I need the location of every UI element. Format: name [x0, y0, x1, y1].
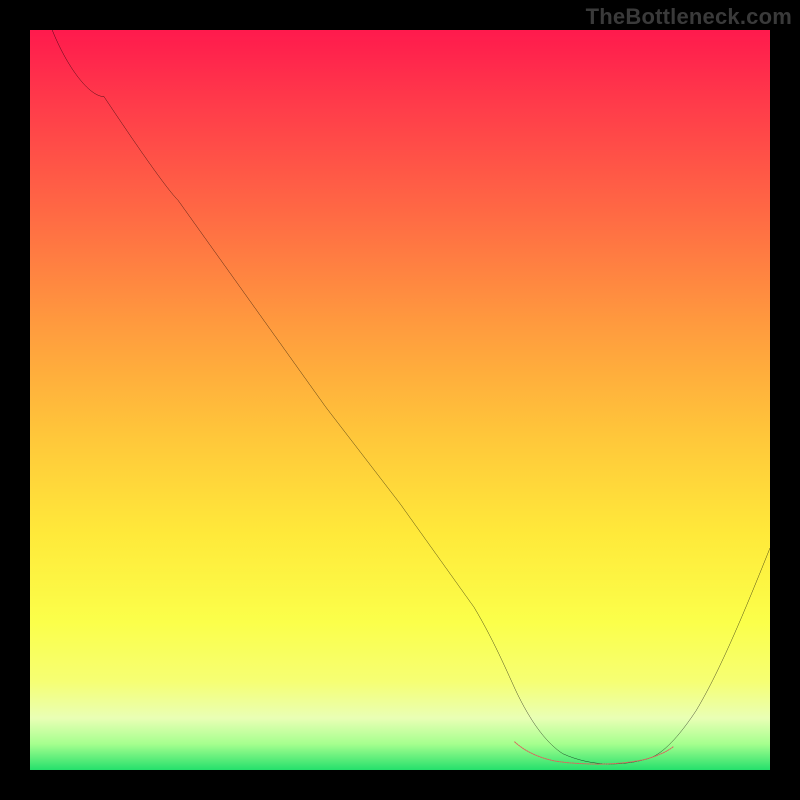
bottleneck-curve: [52, 30, 770, 764]
chart-frame: TheBottleneck.com: [0, 0, 800, 800]
plot-area: [30, 30, 770, 770]
optimal-zone-marker: [515, 742, 674, 764]
curve-svg: [30, 30, 770, 770]
watermark-text: TheBottleneck.com: [586, 4, 792, 30]
